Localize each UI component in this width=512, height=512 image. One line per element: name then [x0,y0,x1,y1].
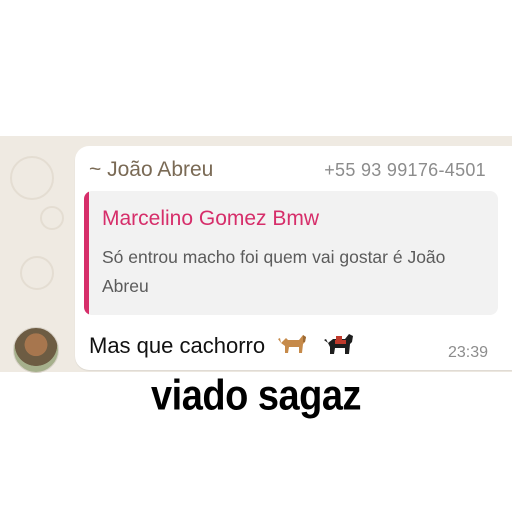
sender-phone: +55 93 99176-4501 [324,160,486,180]
quote-author: Marcelino Gomez Bmw [102,207,320,230]
sender-name[interactable]: ~ João Abreu [89,158,213,182]
meme-caption: viado sagaz [151,372,361,420]
doodle-icon [20,256,54,290]
dog-emoji [275,329,311,359]
message-time: 23:39 [447,344,488,361]
message-text-line: Mas que cachorro [89,329,357,359]
service-dog-emoji [321,329,357,359]
doodle-icon [10,156,54,200]
quote-accent-bar [84,191,89,315]
quote-text: Só entrou macho foi quem vai gostar é Jo… [102,247,446,296]
doodle-icon [40,206,64,230]
message-bubble[interactable]: ~ João Abreu +55 93 99176-4501 Marcelino… [75,146,512,370]
sender-avatar[interactable] [13,327,59,373]
message-text: Mas que cachorro [89,333,266,358]
quoted-message[interactable]: Marcelino Gomez Bmw Só entrou macho foi … [84,191,498,315]
